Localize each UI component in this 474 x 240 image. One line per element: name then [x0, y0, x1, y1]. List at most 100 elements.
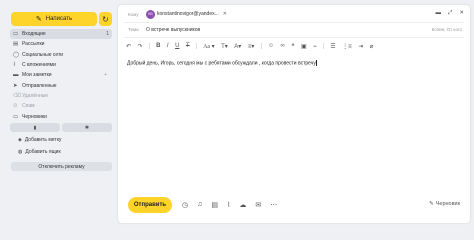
sidebar-item-label: С вложениями: [22, 62, 56, 69]
sidebar-item-label: Мои заметки: [22, 72, 52, 79]
add-label-text: Добавить метку: [24, 137, 62, 143]
send-button-label: Отправить: [133, 202, 167, 208]
pen-icon: ✎: [35, 16, 42, 23]
sidebar-item-label: Входящие: [22, 31, 46, 38]
emoji-icon[interactable]: ☺: [268, 43, 274, 49]
redo-icon[interactable]: ↷: [138, 43, 143, 50]
draft-label: Черновик: [435, 201, 460, 207]
text-color-icon[interactable]: A▾: [234, 43, 241, 50]
expand-icon[interactable]: ⤢: [448, 10, 452, 17]
folder-actions-row: ▮ ✱: [10, 123, 112, 132]
refresh-icon: ↻: [102, 14, 109, 24]
sidebar-item-social[interactable]: ◯ Социальные сети: [10, 50, 112, 60]
bookmark-button[interactable]: ▮: [10, 123, 60, 132]
template-icon[interactable]: ▤: [211, 201, 218, 209]
settings-button[interactable]: ✱: [62, 123, 112, 132]
disable-ads-label: Отключить рекламу: [38, 163, 85, 170]
clock-icon[interactable]: ◷: [182, 201, 188, 209]
close-icon[interactable]: ✕: [223, 11, 227, 17]
recipient-email: konstantinovigor@yandex...: [157, 11, 219, 17]
message-body-text: Добрый день, Игорь, сегодня мы с ребятам…: [127, 60, 316, 67]
sidebar-item-label: Рассылки: [22, 41, 45, 48]
inbox-icon: ▭: [13, 31, 19, 38]
link-icon[interactable]: ∞: [280, 43, 284, 49]
compose-bottom-bar: Отправить ◷ ♫ ▤ ⌇ ☁ ✉ ⋯ ✎ Черновик: [128, 197, 462, 213]
paperclip-icon[interactable]: ⌇: [227, 201, 230, 209]
divider: [124, 22, 464, 23]
font-family-icon[interactable]: Aa ▾: [203, 43, 215, 50]
subject-input[interactable]: О встрече выпускников: [146, 27, 200, 33]
divider: [260, 43, 262, 49]
compose-button-label: Написать: [45, 16, 73, 22]
gear-icon: ✱: [84, 124, 90, 131]
quote-icon[interactable]: ❝: [291, 43, 294, 50]
sidebar-item-drafts[interactable]: ▭ Черновики: [10, 111, 112, 121]
sidebar-item-spam[interactable]: ⊘ Спам: [10, 101, 112, 111]
sidebar-item-newsletters[interactable]: ▤ Рассылки: [10, 39, 112, 49]
sidebar-item-notes[interactable]: ▬ Мои заметки +: [10, 70, 112, 80]
undo-icon[interactable]: ↶: [126, 43, 131, 50]
compose-window: Кому КВ konstantinovigor@yandex... ✕ ▬ ⤢…: [118, 5, 470, 223]
close-window-icon[interactable]: ✕: [459, 10, 464, 17]
sidebar-item-attachments[interactable]: ⌇ С вложениями: [10, 60, 112, 70]
subject-label: Тема: [128, 27, 139, 32]
to-label: Кому: [128, 12, 139, 17]
add-mailbox-text: Добавить ящик: [25, 149, 61, 155]
bold-icon[interactable]: B: [156, 43, 160, 49]
divider: [196, 43, 198, 49]
clear-format-icon[interactable]: ⌀: [370, 43, 374, 50]
disable-ads-button[interactable]: Отключить рекламу: [11, 162, 112, 171]
label-icon: ◈: [18, 137, 22, 143]
bottom-actions: ◷ ♫ ▤ ⌇ ☁ ✉ ⋯: [182, 201, 277, 209]
drafts-icon: ▭: [13, 113, 19, 120]
sidebar-item-label: Удалённые: [22, 92, 49, 99]
strikethrough-icon[interactable]: T: [186, 43, 190, 49]
divider: [124, 37, 464, 38]
refresh-button[interactable]: ↻: [99, 12, 112, 26]
send-button[interactable]: Отправить: [128, 197, 172, 213]
image-icon[interactable]: ▣: [301, 43, 307, 50]
cc-from-link[interactable]: Копия, От кого: [432, 27, 462, 32]
sidebar-item-label: Социальные сети: [22, 51, 64, 58]
sidebar: ✎ Написать ↻ ▭ Входящие 1 ▤ Рассылки ◯ С…: [0, 0, 118, 226]
add-mailbox-link[interactable]: ◍ Добавить ящик: [18, 149, 61, 155]
sidebar-item-inbox[interactable]: ▭ Входящие 1: [10, 29, 112, 40]
font-size-icon[interactable]: T▾: [221, 43, 228, 50]
numbered-list-icon[interactable]: ⋮≡: [342, 43, 352, 50]
indent-icon[interactable]: ⇥: [358, 43, 363, 50]
attach-link-icon[interactable]: ⌁: [313, 43, 317, 50]
compose-button[interactable]: ✎ Написать: [11, 12, 97, 26]
message-body[interactable]: Добрый день, Игорь, сегодня мы с ребятам…: [127, 60, 317, 67]
sidebar-item-sent[interactable]: ➤ Отправленные: [10, 80, 112, 90]
sidebar-item-label: Отправленные: [22, 82, 57, 89]
mailbox-icon: ◍: [18, 149, 23, 155]
draft-indicator[interactable]: ✎ Черновик: [429, 201, 460, 207]
unread-count: 1: [106, 31, 109, 38]
format-toolbar: ↶ ↷ B I U T Aa ▾ T▾ A▾ ≡▾ ☺ ∞ ❝ ▣ ⌁ ☰ ⋮≡…: [126, 41, 462, 51]
divider: [323, 43, 325, 49]
spam-icon: ⊘: [13, 103, 18, 110]
align-icon[interactable]: ≡▾: [248, 43, 255, 50]
newsletter-icon: ▤: [13, 41, 19, 48]
underline-icon[interactable]: U: [175, 43, 179, 49]
minimize-icon[interactable]: ▬: [435, 10, 441, 17]
mail-icon[interactable]: ✉: [255, 201, 261, 209]
sent-icon: ➤: [13, 82, 18, 89]
folder-list: ▭ Входящие 1 ▤ Рассылки ◯ Социальные сет…: [10, 29, 112, 122]
social-icon: ◯: [13, 51, 20, 58]
bell-icon[interactable]: ♫: [197, 201, 202, 209]
sidebar-item-label: Спам: [22, 103, 35, 110]
avatar: КВ: [146, 9, 155, 19]
cloud-icon[interactable]: ☁: [239, 201, 246, 209]
plus-icon[interactable]: +: [104, 72, 107, 78]
sidebar-item-label: Черновики: [22, 113, 47, 120]
italic-icon[interactable]: I: [167, 43, 169, 49]
recipient-chip[interactable]: КВ konstantinovigor@yandex... ✕: [146, 9, 227, 19]
add-label-link[interactable]: ◈ Добавить метку: [18, 137, 61, 143]
window-controls: ▬ ⤢ ✕: [435, 10, 464, 17]
text-cursor: [315, 60, 317, 66]
sidebar-item-trash[interactable]: ⌫ Удалённые: [10, 91, 112, 101]
folder-icon: ▬: [13, 72, 19, 79]
bullet-list-icon[interactable]: ☰: [330, 43, 335, 50]
more-icon[interactable]: ⋯: [270, 201, 277, 209]
